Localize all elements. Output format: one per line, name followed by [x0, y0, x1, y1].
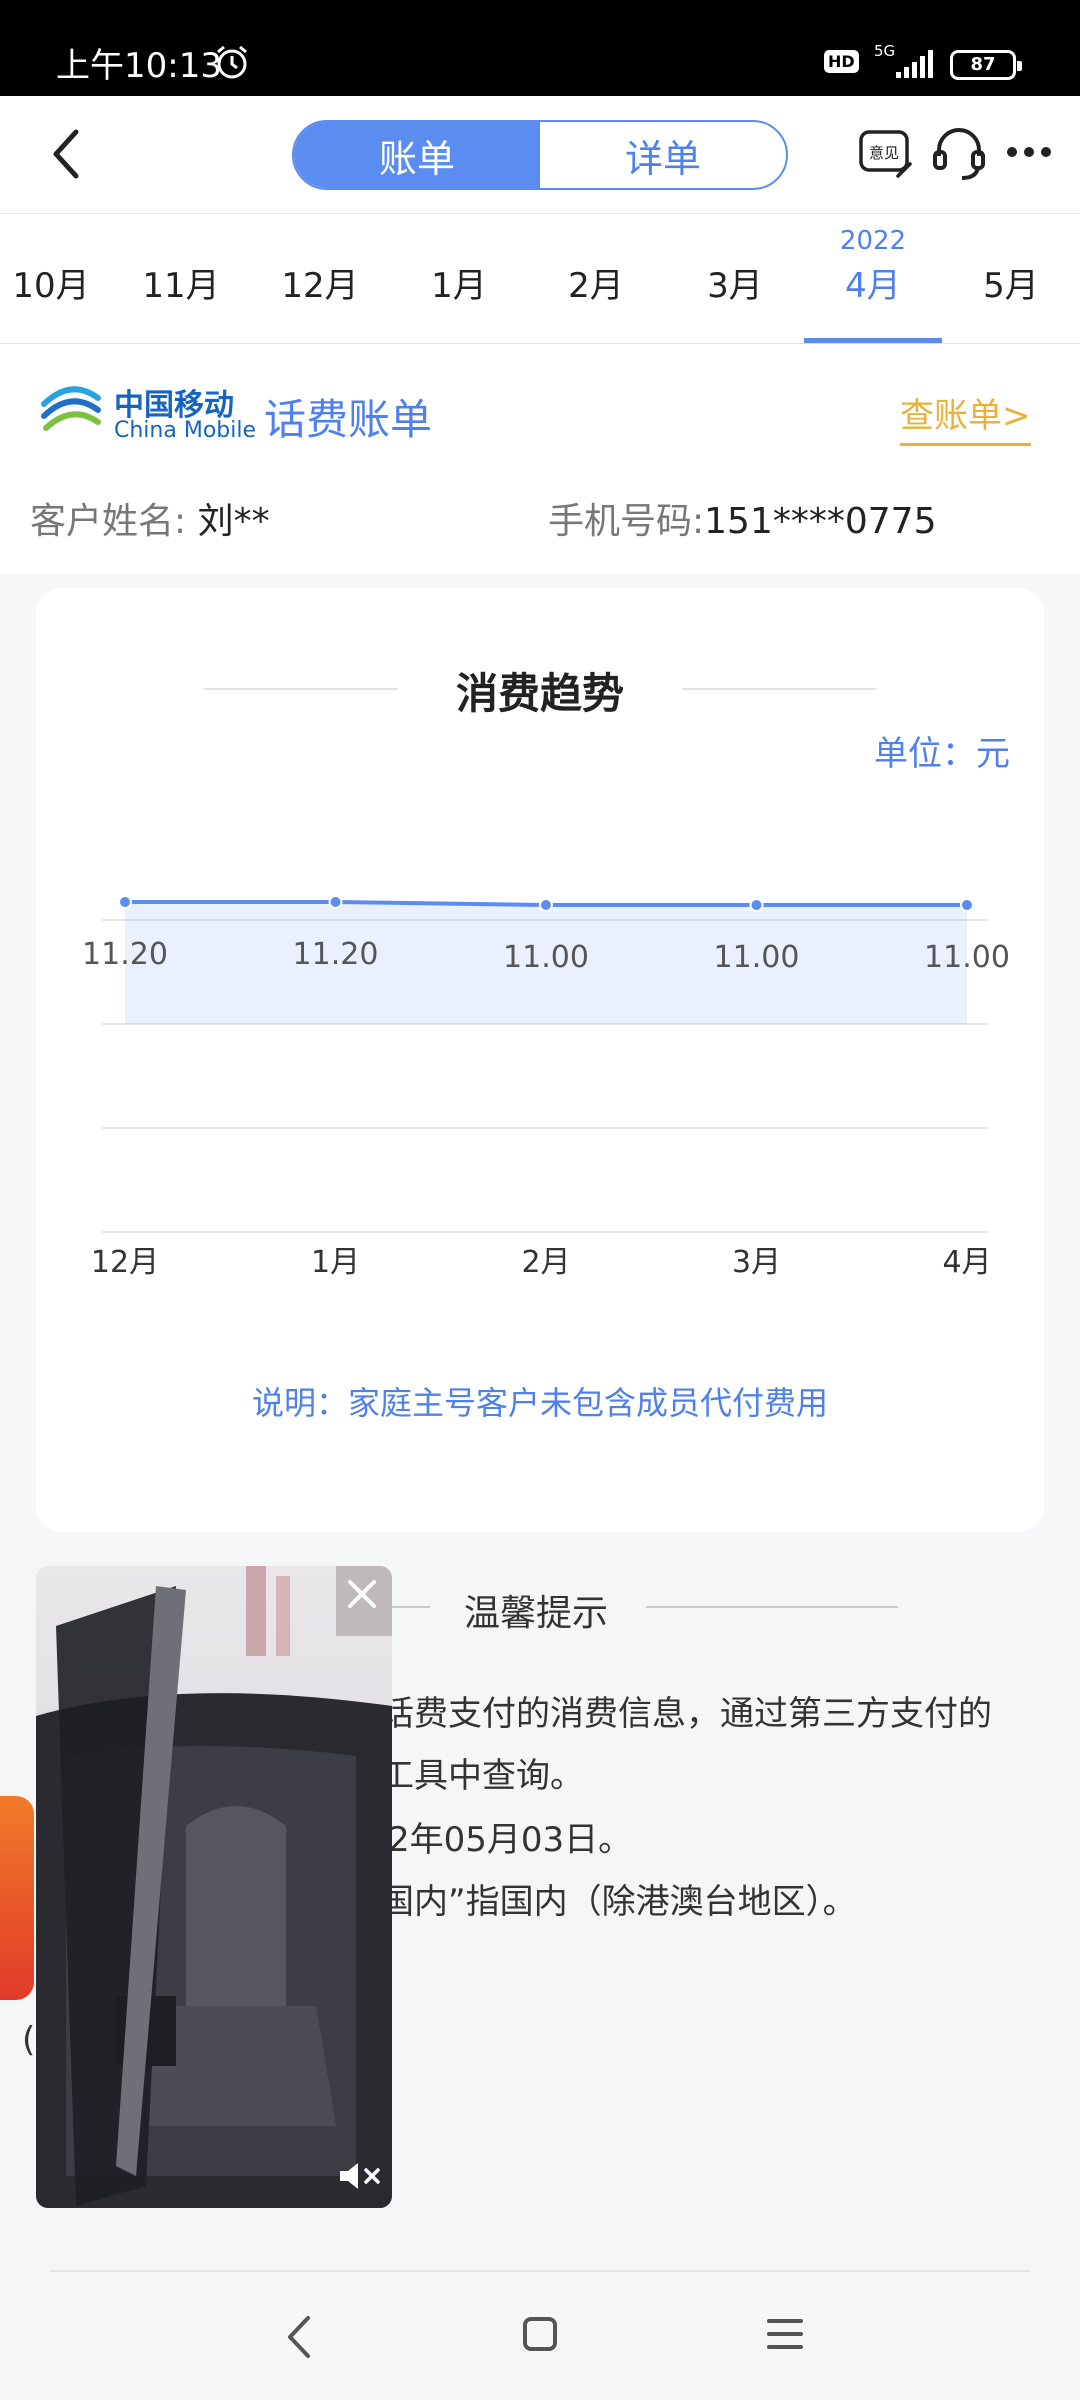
data-label-0: 11.20	[82, 937, 168, 972]
tip-line-4: 国内”指国内（除港澳台地区）。	[380, 1882, 857, 1922]
month-tab-mar[interactable]: 3月	[666, 214, 804, 343]
data-point-1	[328, 895, 343, 909]
x-tick-label-3: 3月	[732, 1245, 781, 1278]
consumption-trend-chart: 11.20 12月 11.20 1月 11.00 2月 11.00 3月 11.00 4月	[82, 895, 1010, 1278]
feedback-icon[interactable]: 意见	[858, 126, 914, 182]
month-tab-jan[interactable]: 1月	[390, 214, 528, 343]
floating-side-tab[interactable]	[0, 1796, 34, 2000]
china-mobile-logo-icon	[41, 386, 101, 431]
phone-number: 151****0775	[704, 501, 937, 542]
tab-detail[interactable]: 详单	[540, 122, 786, 188]
phone-label: 手机号码:	[548, 501, 705, 542]
more-icon[interactable]	[1004, 140, 1054, 164]
system-nav-bar	[0, 2272, 1080, 2400]
data-point-0	[118, 895, 132, 909]
consumption-trend-card: 消费趋势 单位：元 11.20 12月 11.20 1月 11.00 2月 11.00 3月 1…	[36, 588, 1044, 1532]
brand-name-en: China Mobile	[114, 418, 257, 443]
data-point-2	[539, 898, 553, 912]
customer-name: 刘**	[197, 501, 270, 542]
floating-video-ad[interactable]	[36, 1566, 392, 2208]
tips-title: 温馨提示	[464, 1593, 609, 1634]
month-tab-apr[interactable]: 2022 4月	[804, 214, 942, 343]
tips-divider-left	[390, 1606, 430, 1608]
month-tab-nov[interactable]: 11月	[112, 214, 250, 343]
data-label-3: 11.00	[714, 940, 800, 975]
car-interior-image	[36, 1566, 392, 2208]
data-label-1: 11.20	[293, 937, 379, 972]
month-tab-may[interactable]: 5月	[942, 214, 1080, 343]
chart-note: 说明：家庭主号客户未包含成员代付费用	[251, 1384, 828, 1422]
x-tick-label-2: 2月	[521, 1245, 570, 1278]
tab-bill[interactable]: 账单	[294, 122, 540, 188]
customer-service-icon[interactable]	[930, 124, 988, 182]
tips-divider-right	[646, 1606, 898, 1608]
mute-icon[interactable]	[336, 2158, 382, 2194]
trend-title: 消费趋势	[455, 669, 624, 718]
year-label: 2022	[839, 226, 907, 256]
bill-title: 话费账单	[264, 395, 433, 444]
unit-label: 单位：元	[874, 734, 1010, 774]
top-app-bar: 账单 详单 意见	[0, 96, 1080, 214]
x-tick-label-4: 4月	[942, 1245, 991, 1278]
back-arrow-icon[interactable]	[46, 126, 86, 182]
x-tick-label-0: 12月	[91, 1245, 159, 1278]
nav-menu-icon[interactable]	[766, 2316, 804, 2352]
phone-info: 手机号码:151****0775	[548, 492, 936, 544]
customer-label: 客户姓名:	[30, 501, 187, 542]
view-bill-link[interactable]: 查账单>	[900, 388, 1031, 446]
tip-line-2: 工具中查询。	[380, 1756, 584, 1796]
hd-badge: HD	[824, 50, 859, 73]
side-paren: (	[22, 2020, 36, 2060]
data-label-4: 11.00	[924, 940, 1010, 975]
nav-back-icon[interactable]	[280, 2312, 320, 2362]
data-point-4	[960, 898, 974, 912]
close-icon[interactable]	[344, 1576, 380, 1612]
signal-icon	[896, 50, 933, 78]
status-time: 上午10:13	[56, 46, 222, 86]
bill-header: 中国移动 China Mobile 话费账单 查账单> 客户姓名: 刘** 手机…	[0, 344, 1080, 574]
bill-type-switch: 账单 详单	[292, 120, 788, 190]
month-selector: 10月 11月 12月 1月 2月 3月 2022 4月 5月	[0, 214, 1080, 344]
battery-icon: 87	[950, 50, 1022, 80]
customer-info: 客户姓名: 刘**	[30, 492, 270, 544]
svg-text:意见: 意见	[869, 144, 899, 162]
month-tab-dec[interactable]: 12月	[251, 214, 389, 343]
alarm-icon	[217, 45, 247, 79]
data-label-2: 11.00	[503, 940, 589, 975]
tip-line-3: 2年05月03日。	[388, 1820, 633, 1860]
status-bar: 上午10:13 HD 5G 87	[0, 0, 1080, 96]
network-label: 5G	[874, 42, 896, 60]
month-tab-oct[interactable]: 10月	[0, 214, 120, 343]
tip-line-1: 话费支付的消费信息，通过第三方支付的	[380, 1694, 992, 1734]
month-tab-feb[interactable]: 2月	[527, 214, 665, 343]
x-tick-label-1: 1月	[311, 1245, 360, 1278]
data-point-3	[749, 898, 764, 912]
nav-home-icon[interactable]	[522, 2316, 558, 2352]
